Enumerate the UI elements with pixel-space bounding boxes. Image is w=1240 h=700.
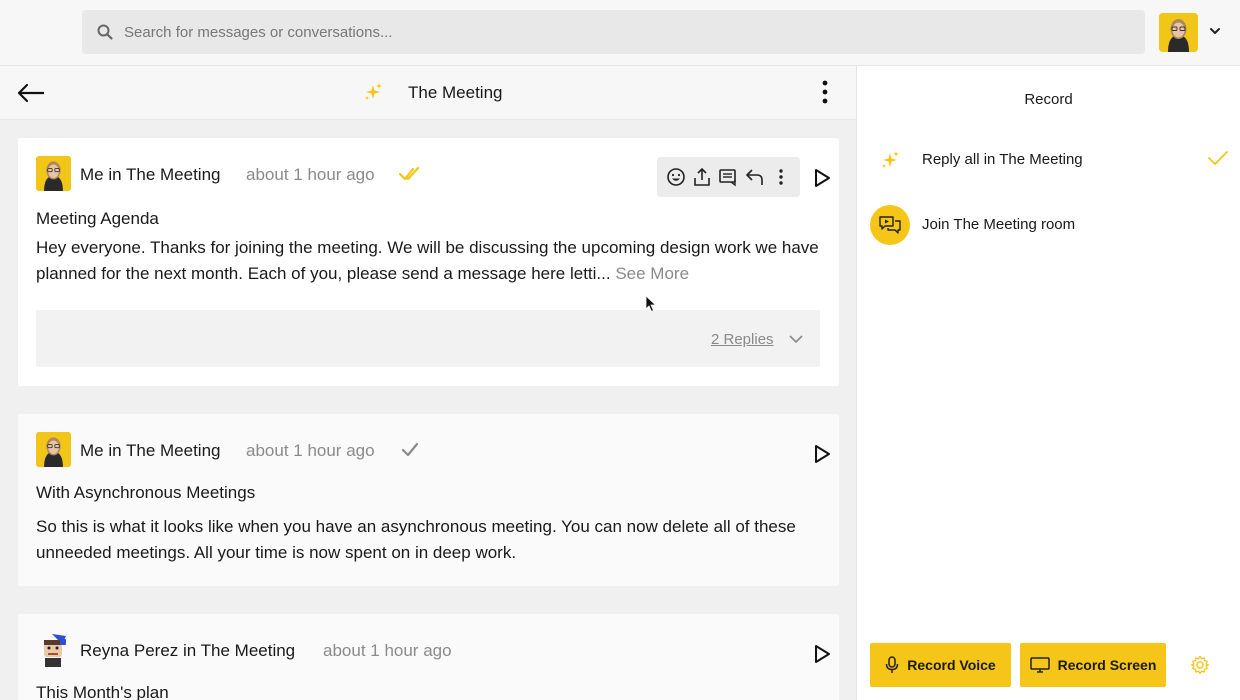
record-voice-button[interactable]: Record Voice — [870, 643, 1011, 687]
message-sender: Me in The Meeting — [80, 441, 221, 460]
avatar — [36, 432, 71, 467]
message-time: about 1 hour ago — [323, 641, 452, 660]
double-check-icon — [399, 166, 420, 181]
play-icon[interactable] — [813, 444, 831, 464]
thread-icon[interactable] — [718, 167, 738, 187]
message-body: So this is what it looks like when you h… — [36, 517, 796, 562]
avatar — [36, 632, 71, 667]
top-bar — [0, 0, 1240, 66]
message-card[interactable]: Reyna Perez in The Meeting about 1 hour … — [18, 614, 839, 700]
avatar — [36, 156, 71, 191]
message-card[interactable]: Me in The Meeting about 1 hour ago Meeti… — [18, 138, 839, 386]
check-icon — [401, 442, 419, 457]
chevron-down-icon[interactable] — [1208, 24, 1222, 38]
replies-link[interactable]: 2 Replies — [711, 331, 774, 348]
play-icon[interactable] — [813, 644, 831, 664]
search-input[interactable] — [124, 23, 1024, 41]
message-sender: Reyna Perez in The Meeting — [80, 641, 296, 660]
replies-bar[interactable]: 2 Replies — [36, 310, 820, 367]
message-sender: Me in The Meeting — [80, 165, 221, 184]
see-more-link[interactable]: See More — [615, 264, 689, 283]
share-icon[interactable] — [692, 167, 712, 187]
message-actions-toolbar — [657, 157, 800, 197]
record-voice-label: Record Voice — [907, 657, 996, 673]
monitor-icon — [1029, 657, 1050, 673]
mouse-cursor — [645, 295, 657, 313]
reply-all-option[interactable]: Reply all in The Meeting — [870, 140, 1230, 180]
chat-bubbles-icon — [870, 205, 910, 245]
search-icon — [97, 24, 113, 40]
more-options-icon[interactable] — [815, 78, 835, 106]
search-bar[interactable] — [82, 10, 1145, 54]
play-icon[interactable] — [813, 168, 831, 188]
check-icon — [1208, 151, 1228, 165]
message-subject: Meeting Agenda — [36, 209, 159, 228]
message-body: Hey everyone. Thanks for joining the mee… — [36, 238, 819, 283]
record-screen-label: Record Screen — [1057, 657, 1157, 673]
conversation-header: The Meeting — [0, 66, 856, 120]
reply-icon[interactable] — [745, 167, 765, 187]
join-room-label: Join The Meeting room — [922, 216, 1076, 233]
record-panel: Record Reply all in The Meeting Join The… — [857, 66, 1240, 700]
emoji-icon[interactable] — [666, 167, 686, 187]
record-panel-title: Record — [1024, 91, 1073, 108]
message-time: about 1 hour ago — [246, 165, 375, 184]
sparkle-icon — [365, 83, 382, 100]
back-arrow-icon[interactable] — [16, 80, 46, 106]
message-subject: This Month's plan — [36, 683, 169, 700]
user-avatar[interactable] — [1159, 13, 1198, 52]
join-room-option[interactable]: Join The Meeting room — [870, 205, 1230, 245]
reply-all-label: Reply all in The Meeting — [922, 151, 1083, 168]
conversation-pane: The Meeting Me in The Meeting about 1 ho… — [0, 66, 857, 700]
conversation-title: The Meeting — [408, 83, 503, 102]
sparkle-icon — [870, 140, 910, 180]
gear-icon[interactable] — [1190, 655, 1210, 675]
record-screen-button[interactable]: Record Screen — [1020, 643, 1166, 687]
message-card[interactable]: Me in The Meeting about 1 hour ago With … — [18, 414, 839, 586]
message-subject: With Asynchronous Meetings — [36, 483, 256, 502]
more-options-icon[interactable] — [771, 167, 791, 187]
chevron-down-icon[interactable] — [788, 332, 804, 346]
message-time: about 1 hour ago — [246, 441, 375, 460]
microphone-icon — [886, 656, 899, 673]
